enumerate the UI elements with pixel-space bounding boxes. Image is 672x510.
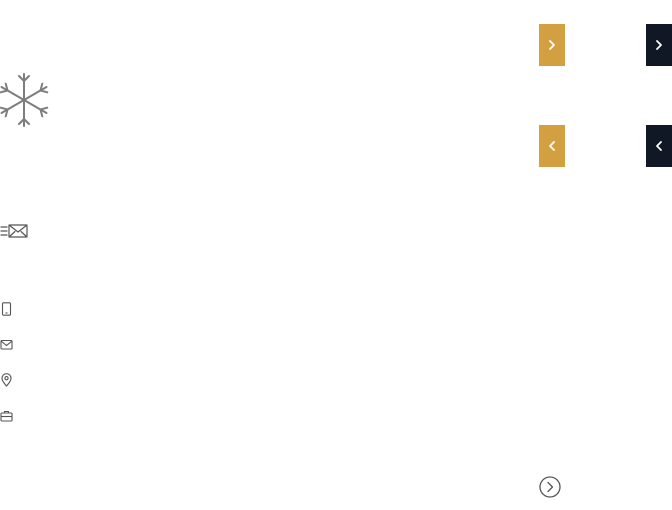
- dark-next-button[interactable]: [646, 24, 672, 66]
- gold-prev-button[interactable]: [539, 125, 565, 167]
- dark-prev-button[interactable]: [646, 125, 672, 167]
- gold-next-button[interactable]: [539, 24, 565, 66]
- snowflake-icon: [0, 73, 50, 127]
- page: [0, 0, 672, 510]
- briefcase-icon: [0, 409, 14, 423]
- map-pin-icon: [0, 373, 14, 387]
- chevron-left-icon: [656, 141, 662, 151]
- circle-next-button[interactable]: [538, 476, 562, 500]
- circle-chevron-right-icon: [539, 476, 561, 498]
- chevron-left-icon: [549, 141, 555, 151]
- chevron-right-icon: [656, 40, 662, 50]
- mail-icon: [0, 338, 14, 352]
- newsletter-envelope-icon: [0, 222, 29, 240]
- mobile-phone-icon: [0, 302, 14, 316]
- chevron-right-icon: [549, 40, 555, 50]
